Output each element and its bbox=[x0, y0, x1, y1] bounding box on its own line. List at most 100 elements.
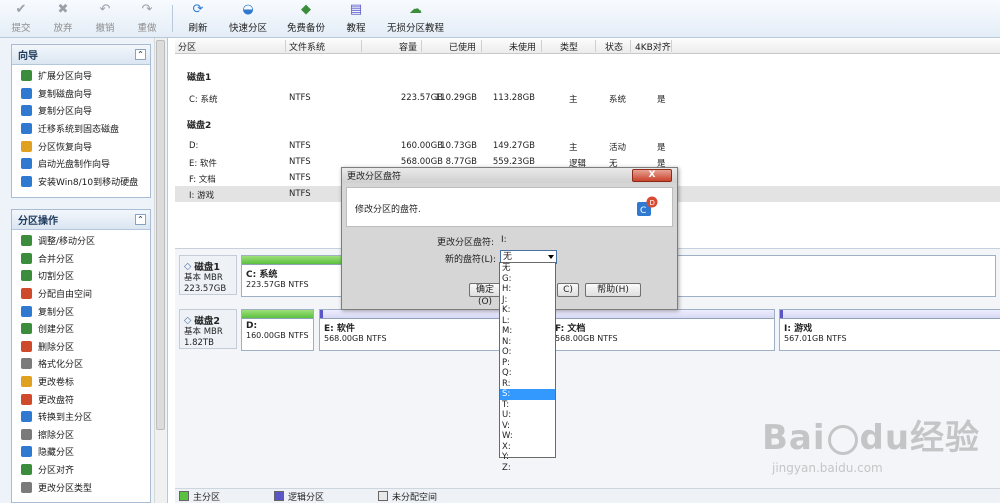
dropdown-option[interactable]: L: bbox=[500, 316, 555, 327]
col-type[interactable]: 类型 bbox=[560, 40, 578, 53]
dropdown-option[interactable]: S: bbox=[500, 389, 555, 400]
wizard-panel-header[interactable]: 向导 ⌃ bbox=[12, 45, 150, 65]
sidebar-item-op[interactable]: 更改分区类型 bbox=[12, 478, 150, 496]
sidebar-item-op[interactable]: 分区对齐 bbox=[12, 461, 150, 479]
sidebar-item-op[interactable]: 切割分区 bbox=[12, 267, 150, 285]
copy-partition-icon bbox=[21, 105, 32, 117]
table-row[interactable]: C: 系统 NTFS 223.57GB 110.29GB 113.28GB 主系统是 bbox=[175, 90, 1000, 106]
refresh-button[interactable]: ⟳ 刷新 bbox=[177, 0, 219, 37]
col-separator bbox=[481, 40, 482, 52]
wizard-panel: 向导 ⌃ 扩展分区向导 复制磁盘向导 复制分区向导 迁移系统到固态磁盘 分区恢复… bbox=[11, 44, 151, 198]
undo-button[interactable]: ↶ 撤销 bbox=[84, 0, 126, 37]
dialog-titlebar[interactable]: 更改分区盘符 X bbox=[342, 168, 677, 183]
sidebar-item-migrate-os[interactable]: 迁移系统到固态磁盘 bbox=[12, 120, 150, 138]
sidebar-item-op[interactable]: 擦除分区 bbox=[12, 426, 150, 444]
col-separator bbox=[541, 40, 542, 52]
col-used[interactable]: 已使用 bbox=[449, 40, 476, 53]
col-status[interactable]: 状态 bbox=[605, 40, 623, 53]
table-cell: 主 bbox=[569, 95, 578, 105]
sidebar-item-recovery-wizard[interactable]: 分区恢复向导 bbox=[12, 137, 150, 155]
partition-block-i[interactable]: I: 游戏 567.01GB NTFS bbox=[779, 309, 1000, 351]
col-4k-align[interactable]: 4KB对齐 bbox=[635, 40, 671, 53]
ok-button[interactable]: 确定(O) bbox=[469, 283, 501, 307]
new-letter-label: 新的盘符(L): bbox=[445, 255, 497, 265]
wizard-list: 扩展分区向导 复制磁盘向导 复制分区向导 迁移系统到固态磁盘 分区恢复向导 启动… bbox=[12, 65, 150, 190]
col-separator bbox=[285, 40, 286, 52]
collapse-icon[interactable]: ⌃ bbox=[135, 49, 146, 60]
dropdown-option[interactable]: T: bbox=[500, 400, 555, 411]
dropdown-option[interactable]: G: bbox=[500, 274, 555, 285]
partition-block-d[interactable]: D: 160.00GB NTFS bbox=[241, 309, 314, 351]
dropdown-option[interactable]: U: bbox=[500, 410, 555, 421]
sidebar-item-op[interactable]: 分配自由空间 bbox=[12, 285, 150, 303]
dropdown-option[interactable]: M: bbox=[500, 326, 555, 337]
disk1-card[interactable]: ◇ 磁盘1 基本 MBR 223.57GB bbox=[179, 255, 237, 295]
disk2-card[interactable]: ◇ 磁盘2 基本 MBR 1.82TB bbox=[179, 309, 237, 349]
dropdown-option[interactable]: Q: bbox=[500, 368, 555, 379]
sidebar-item-op[interactable]: 删除分区 bbox=[12, 338, 150, 356]
dropdown-option[interactable]: N: bbox=[500, 337, 555, 348]
backup-icon: ◆ bbox=[301, 2, 312, 17]
table-cell: E: 软件 bbox=[189, 159, 217, 169]
free-backup-button[interactable]: ◆ 免费备份 bbox=[277, 0, 335, 37]
dropdown-option[interactable]: 无 bbox=[500, 263, 555, 274]
sidebar-item-op[interactable]: 调整/移动分区 bbox=[12, 232, 150, 250]
col-partition[interactable]: 分区 bbox=[178, 40, 196, 53]
sidebar-item-op[interactable]: 更改卷标 bbox=[12, 373, 150, 391]
sidebar-item-bootable-media[interactable]: 启动光盘制作向导 bbox=[12, 155, 150, 173]
help-button[interactable]: 帮助(H) bbox=[585, 283, 641, 297]
redo-button[interactable]: ↷ 重做 bbox=[126, 0, 168, 37]
col-filesystem[interactable]: 文件系统 bbox=[289, 40, 325, 53]
dropdown-option[interactable]: X: bbox=[500, 442, 555, 453]
dropdown-option[interactable]: P: bbox=[500, 358, 555, 369]
dropdown-option[interactable]: O: bbox=[500, 347, 555, 358]
collapse-icon[interactable]: ⌃ bbox=[135, 214, 146, 225]
table-cell: 149.27GB bbox=[492, 141, 535, 151]
dropdown-option[interactable]: Z: bbox=[500, 463, 555, 474]
baidu-watermark: Bai du经验 jingyan.baidu.com bbox=[762, 418, 981, 475]
partition-name: I: 游戏 bbox=[784, 324, 813, 334]
col-separator bbox=[630, 40, 631, 52]
table-cell: NTFS bbox=[289, 173, 311, 183]
baidu-paw-icon bbox=[827, 424, 858, 455]
table-cell: 113.28GB bbox=[492, 93, 535, 103]
windows-icon bbox=[21, 175, 32, 187]
sidebar-item-op[interactable]: 更改盘符 bbox=[12, 390, 150, 408]
redo-icon: ↷ bbox=[141, 2, 153, 17]
dropdown-option[interactable]: J: bbox=[500, 295, 555, 306]
scrollbar-thumb[interactable] bbox=[156, 40, 165, 430]
dropdown-option[interactable]: W: bbox=[500, 431, 555, 442]
col-unused[interactable]: 未使用 bbox=[509, 40, 536, 53]
sidebar-item-copy-disk-wizard[interactable]: 复制磁盘向导 bbox=[12, 85, 150, 103]
sidebar-item-op[interactable]: 合并分区 bbox=[12, 250, 150, 268]
sidebar-item-op[interactable]: 隐藏分区 bbox=[12, 443, 150, 461]
dropdown-option[interactable]: K: bbox=[500, 305, 555, 316]
commit-button[interactable]: ✔ 提交 bbox=[0, 0, 42, 37]
dropdown-option[interactable]: V: bbox=[500, 421, 555, 432]
sidebar-item-copy-partition-wizard[interactable]: 复制分区向导 bbox=[12, 102, 150, 120]
sidebar-scrollbar[interactable] bbox=[154, 38, 166, 503]
legend-logical: 逻辑分区 bbox=[274, 490, 324, 503]
sidebar-item-extend-wizard[interactable]: 扩展分区向导 bbox=[12, 67, 150, 85]
sidebar-item-windows-to-go[interactable]: 安装Win8/10到移动硬盘 bbox=[12, 173, 150, 191]
table-row[interactable]: D: NTFS 160.00GB 10.73GB 149.27GB 主 活动 是 bbox=[175, 138, 1000, 154]
quick-partition-button[interactable]: ◒ 快速分区 bbox=[219, 0, 277, 37]
dropdown-option[interactable]: Y: bbox=[500, 452, 555, 463]
ops-panel-header[interactable]: 分区操作 ⌃ bbox=[12, 210, 150, 230]
sidebar-item-op[interactable]: 转换到主分区 bbox=[12, 408, 150, 426]
legend-swatch bbox=[274, 491, 285, 501]
close-button[interactable]: X bbox=[632, 169, 672, 182]
sidebar-item-op[interactable]: 复制分区 bbox=[12, 302, 150, 320]
lossless-tutorial-button[interactable]: ☁ 无损分区教程 bbox=[377, 0, 454, 37]
dropdown-option[interactable]: H: bbox=[500, 284, 555, 295]
sidebar-item-op[interactable]: 格式化分区 bbox=[12, 355, 150, 373]
sidebar-item-op[interactable]: 创建分区 bbox=[12, 320, 150, 338]
discard-button[interactable]: ✖ 放弃 bbox=[42, 0, 84, 37]
drive-letter-icon: C D bbox=[637, 196, 658, 216]
disk2-type: 基本 MBR bbox=[184, 327, 223, 337]
col-capacity[interactable]: 容量 bbox=[399, 40, 417, 53]
table-cell: C: 系统 bbox=[189, 95, 218, 105]
cancel-button[interactable]: C) bbox=[557, 283, 579, 297]
tutorial-button[interactable]: ▤ 教程 bbox=[335, 0, 377, 37]
dropdown-option[interactable]: R: bbox=[500, 379, 555, 390]
